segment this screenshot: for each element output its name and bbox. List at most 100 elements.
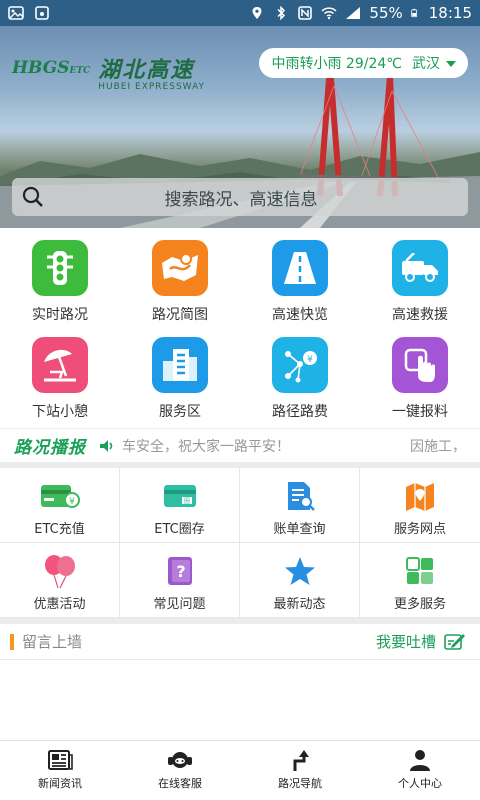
nav-road-navigation[interactable]: 路况导航: [240, 741, 360, 800]
service-label: ETC圈存: [154, 522, 205, 537]
service-more[interactable]: 更多服务: [360, 543, 480, 617]
service-label: 账单查询: [273, 522, 326, 537]
weather-city-selector[interactable]: 中雨转小雨 29/24℃ 武汉: [259, 48, 468, 78]
feature-label: 下站小憩: [32, 404, 88, 420]
battery-icon: [410, 8, 417, 18]
logo-mark: HBGSETC: [12, 58, 91, 78]
bluetooth-icon: [277, 6, 286, 20]
feature-label: 服务区: [159, 404, 201, 420]
search-placeholder: 搜索路况、高速信息: [164, 189, 318, 210]
star-icon: [280, 555, 320, 587]
feature-rest-stop[interactable]: 下站小憩: [0, 325, 120, 422]
broadcast-text-next: 因施工，: [410, 438, 466, 455]
highway-icon: [272, 240, 328, 296]
service-outlets[interactable]: 服务网点: [360, 468, 480, 542]
road-map-icon: [152, 240, 208, 296]
user-icon: [410, 750, 430, 771]
message-wall-header: 留言上墙 我要吐槽: [0, 624, 480, 660]
feature-label: 路况简图: [152, 307, 208, 323]
nav-label: 新闻资讯: [38, 777, 82, 790]
bridge-illustration: [300, 66, 450, 196]
location-icon: [252, 7, 262, 19]
logo-chinese-name: 湖北高速: [98, 57, 195, 83]
signal-icon: [346, 7, 361, 19]
nav-news[interactable]: 新闻资讯: [0, 741, 120, 800]
service-label: 优惠活动: [33, 597, 86, 612]
feature-realtime-traffic[interactable]: 实时路况: [0, 228, 120, 325]
feature-label: 实时路况: [32, 307, 88, 323]
app-logo: HBGSETC 湖北高速 HUBEI EXPRESSWAY: [12, 52, 205, 92]
chevron-down-icon: [446, 61, 456, 67]
post-comment-label: 我要吐槽: [375, 633, 436, 651]
feature-label: 高速快览: [272, 307, 328, 323]
nav-label: 个人中心: [398, 777, 442, 790]
feature-road-map[interactable]: 路况简图: [120, 228, 240, 325]
feature-highway-rescue[interactable]: 高速救援: [360, 228, 480, 325]
service-news[interactable]: 最新动态: [240, 543, 360, 617]
bill-search-icon: [280, 480, 320, 512]
svg-text:¥: ¥: [307, 355, 313, 365]
svg-text:?: ?: [176, 562, 185, 581]
traffic-broadcast[interactable]: 路况播报 车安全，祝大家一路平安！ 因施工，: [0, 428, 480, 462]
feature-label: 路径路费: [272, 404, 328, 420]
service-label: ETC充值: [34, 522, 85, 537]
service-bill-search[interactable]: 账单查询: [240, 468, 360, 542]
feature-one-click-report[interactable]: 一键报料: [360, 325, 480, 422]
balloons-icon: [40, 555, 80, 589]
tow-truck-icon: [392, 240, 448, 296]
feature-highway-overview[interactable]: 高速快览: [240, 228, 360, 325]
map-pin-icon: [400, 480, 440, 512]
bottom-navigation: 新闻资讯 在线客服 路况导航 个人中心: [0, 740, 480, 800]
headset-icon: [168, 752, 192, 768]
beach-umbrella-icon: [32, 337, 88, 393]
etc-transfer-icon: 圈: [160, 480, 200, 512]
search-bar[interactable]: 搜索路况、高速信息: [12, 178, 468, 216]
svg-text:圈: 圈: [183, 498, 189, 505]
service-label: 服务网点: [393, 522, 446, 537]
edit-icon: [444, 633, 465, 650]
services-grid: ¥ ETC充值 圈 ETC圈存 账单查询 服务网点 优惠活动 ? 常见问题 最新…: [0, 468, 480, 618]
clock: 18:15: [428, 4, 472, 22]
feature-service-area[interactable]: 服务区: [120, 325, 240, 422]
navigation-arrow-icon: [293, 750, 309, 771]
post-comment-button[interactable]: 我要吐槽: [376, 631, 466, 652]
service-label: 最新动态: [273, 597, 326, 612]
feature-label: 高速救援: [392, 307, 448, 323]
battery-level: 55%: [369, 4, 403, 22]
feature-grid: 实时路况 路况简图 高速快览 高速救援 下站小憩 服务区 ¥ 路径路费 一键报料: [0, 228, 480, 422]
question-book-icon: ?: [160, 555, 200, 587]
service-etc-transfer[interactable]: 圈 ETC圈存: [120, 468, 240, 542]
logo-english-name: HUBEI EXPRESSWAY: [98, 82, 206, 92]
newspaper-icon: [48, 750, 73, 770]
etc-card-icon: ¥: [40, 480, 80, 512]
nav-customer-service[interactable]: 在线客服: [120, 741, 240, 800]
traffic-light-icon: [32, 240, 88, 296]
service-faq[interactable]: ? 常见问题: [120, 543, 240, 617]
nav-profile[interactable]: 个人中心: [360, 741, 480, 800]
city-name: 武汉: [412, 56, 440, 72]
building-icon: [152, 337, 208, 393]
broadcast-tag: 路况播报: [14, 438, 86, 458]
service-etc-recharge[interactable]: ¥ ETC充值: [0, 468, 120, 542]
service-label: 常见问题: [153, 597, 206, 612]
nav-label: 在线客服: [158, 777, 202, 790]
tap-hand-icon: [392, 337, 448, 393]
search-icon: [22, 186, 43, 207]
section-accent-bar: [10, 633, 14, 650]
wifi-icon: [321, 7, 337, 20]
notification-image-icon: [8, 6, 24, 20]
nav-label: 路况导航: [278, 777, 322, 790]
speaker-icon: [100, 439, 113, 452]
service-promotions[interactable]: 优惠活动: [0, 543, 120, 617]
hero-banner: HBGSETC 湖北高速 HUBEI EXPRESSWAY 中雨转小雨 29/2…: [0, 26, 480, 228]
svg-text:¥: ¥: [69, 497, 75, 507]
broadcast-text: 车安全，祝大家一路平安！: [122, 438, 290, 455]
status-bar: 55% 18:15: [0, 0, 480, 26]
nfc-icon: [298, 6, 313, 20]
feature-label: 一键报料: [392, 404, 448, 420]
service-label: 更多服务: [393, 597, 446, 612]
grid-icon: [400, 555, 440, 587]
message-wall-title: 留言上墙: [22, 633, 83, 651]
feature-route-fee[interactable]: ¥ 路径路费: [240, 325, 360, 422]
weather-text: 中雨转小雨 29/24℃: [271, 56, 402, 72]
